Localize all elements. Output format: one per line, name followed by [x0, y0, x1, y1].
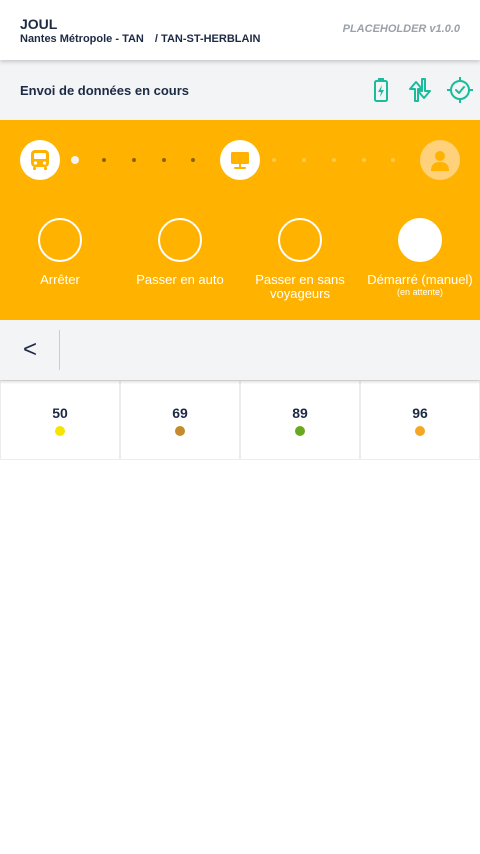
- line-item-50[interactable]: 50: [0, 380, 120, 460]
- step-terminal: [220, 140, 260, 180]
- app-header: JOUL Nantes Métropole - TAN / TAN-ST-HER…: [0, 0, 480, 60]
- bus-icon: [31, 150, 49, 170]
- user-avatar-icon: [431, 151, 449, 171]
- progress-dot: [272, 158, 276, 162]
- stop-button[interactable]: Arrêter: [0, 218, 120, 287]
- no-passengers-label: Passer en sans voyageurs: [255, 272, 345, 301]
- step-user: [420, 140, 460, 180]
- auto-mode-radio[interactable]: [158, 218, 202, 262]
- line-color-dot: [175, 426, 185, 436]
- gps-target-icon[interactable]: [446, 76, 474, 104]
- line-color-dot: [415, 426, 425, 436]
- line-color-dot: [295, 426, 305, 436]
- app-title: JOUL: [20, 16, 58, 32]
- back-button[interactable]: <: [12, 330, 48, 370]
- progress-dot: [132, 158, 136, 162]
- no-passengers-radio[interactable]: [278, 218, 322, 262]
- status-text: Envoi de données en cours: [20, 83, 190, 98]
- navigation-bar: <: [0, 320, 480, 380]
- started-manual-label: Démarré (manuel): [367, 272, 473, 287]
- lines-list: 50 69 89 96: [0, 380, 480, 460]
- progress-dot: [162, 158, 166, 162]
- site-name: TAN-ST-HERBLAIN: [161, 33, 261, 45]
- stop-label: Arrêter: [40, 272, 80, 287]
- progress-dot: [391, 158, 395, 162]
- no-passengers-button[interactable]: Passer en sans voyageurs: [240, 218, 360, 301]
- progress-dot: [71, 156, 79, 164]
- data-transfer-icon[interactable]: [406, 76, 434, 104]
- step-bus: [20, 140, 60, 180]
- progress-dot: [102, 158, 106, 162]
- status-bar: Envoi de données en cours: [0, 60, 480, 120]
- terminal-icon: [231, 152, 249, 169]
- app-version: PLACEHOLDER v1.0.0: [342, 23, 460, 35]
- network-name: Nantes Métropole - TAN: [20, 33, 144, 45]
- stop-radio[interactable]: [38, 218, 82, 262]
- line-item-96[interactable]: 96: [360, 380, 480, 460]
- progress-dot: [191, 158, 195, 162]
- line-number: 69: [172, 405, 188, 421]
- subtitle-separator: /: [154, 33, 158, 45]
- auto-mode-button[interactable]: Passer en auto: [120, 218, 240, 287]
- line-number: 89: [292, 405, 308, 421]
- line-number: 50: [52, 405, 68, 421]
- mission-panel: Arrêter Passer en auto Passer en sans vo…: [0, 120, 480, 320]
- started-manual-button[interactable]: Démarré (manuel) (en attente): [360, 218, 480, 297]
- auto-mode-label: Passer en auto: [136, 272, 224, 287]
- network-subtitle: Nantes Métropole - TAN / TAN-ST-HERBLAIN: [20, 33, 260, 45]
- started-manual-sublabel: (en attente): [396, 287, 444, 297]
- progress-dot: [302, 158, 306, 162]
- line-item-89[interactable]: 89: [240, 380, 360, 460]
- started-manual-radio[interactable]: [398, 218, 442, 262]
- nav-divider: [59, 330, 60, 370]
- line-color-dot: [55, 426, 65, 436]
- line-item-69[interactable]: 69: [120, 380, 240, 460]
- progress-dot: [332, 158, 336, 162]
- progress-dot: [362, 158, 366, 162]
- battery-charging-icon[interactable]: [367, 76, 395, 104]
- line-number: 96: [412, 405, 428, 421]
